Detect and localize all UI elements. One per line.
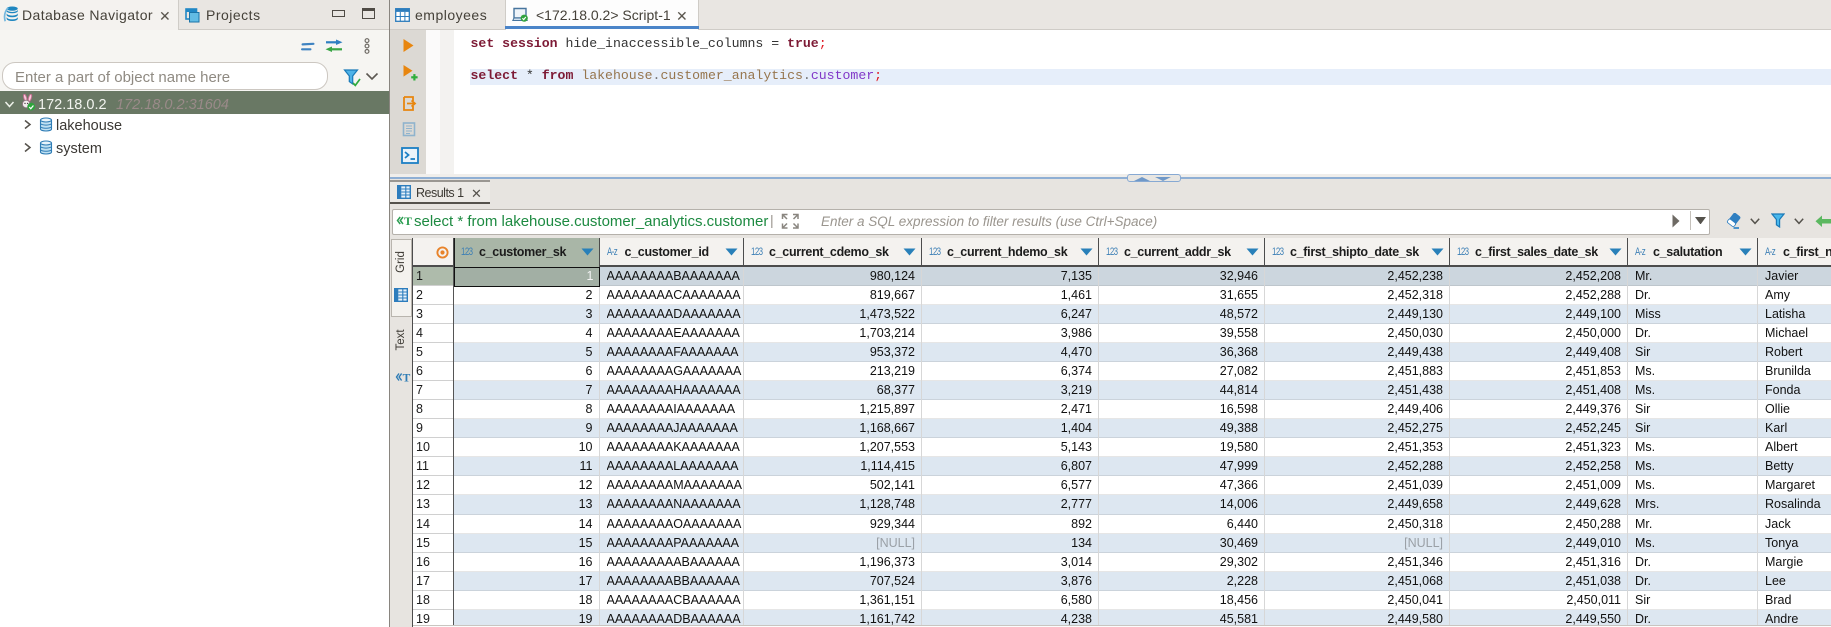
svg-text:T: T	[404, 214, 412, 228]
svg-text:T: T	[403, 373, 411, 385]
